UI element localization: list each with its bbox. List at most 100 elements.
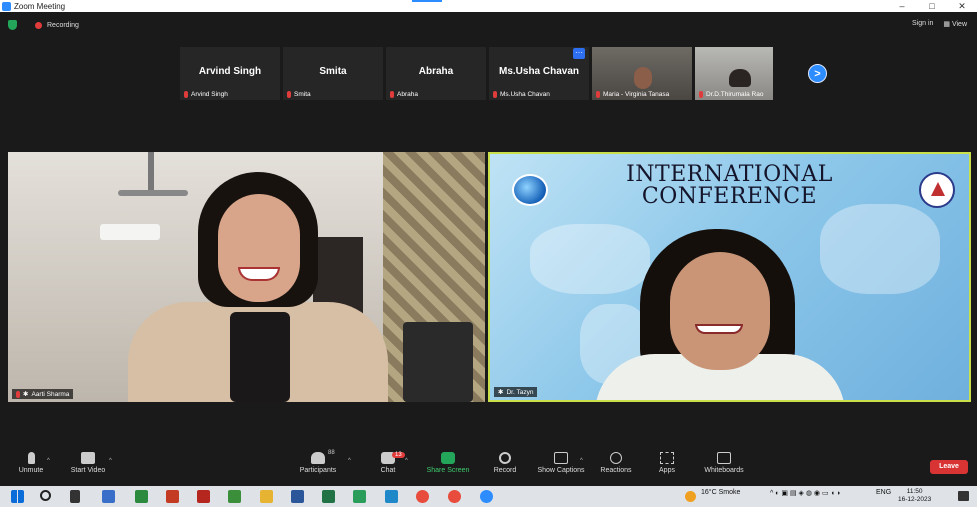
participants-icon (311, 452, 325, 464)
chat-caret-icon[interactable]: ^ (405, 458, 408, 464)
chair (403, 322, 473, 402)
meeting-topbar: Recording Sign in ▦ View (0, 16, 977, 34)
filezilla-icon[interactable] (197, 490, 210, 503)
participant-display-name: Arvind Singh (198, 66, 262, 77)
whiteboard-icon (717, 452, 731, 464)
excel-icon[interactable] (322, 490, 335, 503)
participant-thumb[interactable]: Abraha Abraha (386, 47, 486, 100)
recording-icon (35, 21, 42, 29)
participant-face (218, 194, 300, 302)
weather-text[interactable]: 16°C Smoke (701, 489, 740, 496)
next-page-button[interactable]: > (808, 64, 827, 83)
participant-label: Smita (294, 91, 311, 98)
security-shield-icon[interactable] (8, 20, 17, 30)
chrome-icon[interactable] (448, 490, 461, 503)
audio-options-caret-icon[interactable]: ^ (47, 458, 50, 464)
reactions-label: Reactions (600, 467, 632, 474)
whiteboards-label: Whiteboards (704, 467, 744, 474)
zoom-logo-icon (2, 1, 11, 11)
chat-label: Chat (380, 467, 396, 474)
participant-video-figure (634, 67, 652, 89)
tray-icons[interactable]: ^ ◐ ▣ ▤ ◈ ◍ ◉ ▭ ◖ ◗ (770, 489, 841, 497)
sign-in-link[interactable]: Sign in (912, 20, 933, 28)
participant-top (230, 312, 290, 402)
mic-muted-icon (287, 91, 291, 98)
show-captions-label: Show Captions (537, 467, 585, 474)
participant-display-name: Ms.Usha Chavan (498, 66, 580, 77)
share-screen-label: Share Screen (426, 467, 470, 474)
participants-button[interactable]: 88 Participants (295, 450, 341, 474)
video-tile-right-active[interactable]: INTERNATIONAL CONFERENCE ✱ Dr. Tazyn (488, 152, 971, 402)
clock[interactable]: 11:50 16-12-2023 (898, 488, 931, 504)
more-options-button[interactable]: ··· (573, 48, 585, 59)
mic-muted-icon (16, 390, 20, 398)
start-video-button[interactable]: Start Video (66, 452, 110, 474)
participant-thumb-video[interactable]: Maria - Virginia Tanasa (592, 47, 692, 100)
video-tile-left[interactable]: ✱ Aarti Sharma (8, 152, 485, 402)
app-icon[interactable] (353, 490, 366, 503)
unmute-button[interactable]: Unmute (16, 452, 46, 474)
participant-name: Dr. Tazyn (506, 388, 534, 396)
participant-thumb[interactable]: ··· Ms.Usha Chavan Ms.Usha Chavan (489, 47, 589, 100)
participants-caret-icon[interactable]: ^ (348, 458, 351, 464)
participants-count: 88 (328, 450, 335, 456)
mic-muted-icon (390, 91, 394, 98)
clock-date: 16-12-2023 (898, 496, 932, 503)
participant-thumb[interactable]: Smita Smita (283, 47, 383, 100)
participant-display-name: Abraha (418, 66, 454, 77)
participant-thumb[interactable]: Arvind Singh Arvind Singh (180, 47, 280, 100)
record-button[interactable]: Record (490, 452, 520, 474)
apps-button[interactable]: Apps (656, 452, 678, 474)
language-indicator[interactable]: ENG (876, 489, 891, 496)
participant-name: Aarti Sharma (31, 390, 70, 398)
adobe-illustrator-icon[interactable] (166, 490, 179, 503)
video-options-caret-icon[interactable]: ^ (109, 458, 112, 464)
captions-caret-icon[interactable]: ^ (580, 458, 583, 464)
weather-icon (685, 491, 696, 502)
share-screen-button[interactable]: Share Screen (424, 452, 472, 474)
whiteboards-button[interactable]: Whiteboards (700, 452, 748, 474)
participant-label: Abraha (397, 91, 418, 98)
search-icon[interactable] (40, 490, 51, 501)
task-view-icon[interactable] (70, 490, 80, 503)
recording-label: Recording (47, 21, 79, 29)
mic-muted-icon (596, 91, 600, 98)
zoom-taskbar-icon[interactable] (480, 490, 493, 503)
pin-icon: ✱ (23, 391, 29, 398)
participant-face (670, 252, 770, 370)
view-button[interactable]: ▦ View (943, 20, 967, 28)
participant-label: Maria - Virginia Tanasa (603, 91, 670, 98)
ceiling-fan (118, 190, 188, 196)
participant-smile (695, 324, 743, 334)
share-screen-icon (441, 452, 455, 464)
word-icon[interactable] (291, 490, 304, 503)
app-icon[interactable] (228, 490, 241, 503)
app-icon[interactable] (102, 490, 115, 503)
leave-button[interactable]: Leave (930, 460, 968, 474)
participant-thumb-video[interactable]: Dr.D.Thirumala Rao (695, 47, 773, 100)
name-tag: ✱ Dr. Tazyn (494, 387, 538, 397)
close-button[interactable]: ✕ (947, 1, 977, 12)
apps-label: Apps (659, 467, 675, 474)
restore-button[interactable]: □ (917, 1, 947, 11)
title-accent (412, 0, 442, 2)
map-continent (820, 204, 940, 294)
participant-strip: Arvind Singh Arvind Singh Smita Smita Ab… (180, 47, 773, 100)
start-video-label: Start Video (70, 467, 106, 474)
app-icon[interactable] (385, 490, 398, 503)
unmute-label: Unmute (18, 467, 44, 474)
participant-video-figure (729, 69, 751, 87)
pin-icon: ✱ (498, 389, 504, 396)
app-icon[interactable] (135, 490, 148, 503)
captions-icon (554, 452, 568, 464)
title-bar: Zoom Meeting – □ ✕ (0, 0, 977, 12)
windows-start-icon[interactable] (11, 490, 24, 503)
file-explorer-icon[interactable] (260, 490, 273, 503)
reactions-button[interactable]: Reactions (598, 452, 634, 474)
chrome-icon[interactable] (416, 490, 429, 503)
window-title: Zoom Meeting (14, 1, 66, 11)
record-label: Record (493, 467, 517, 474)
minimize-button[interactable]: – (887, 1, 917, 11)
participant-label: Dr.D.Thirumala Rao (706, 91, 764, 98)
notifications-icon[interactable] (958, 491, 969, 501)
